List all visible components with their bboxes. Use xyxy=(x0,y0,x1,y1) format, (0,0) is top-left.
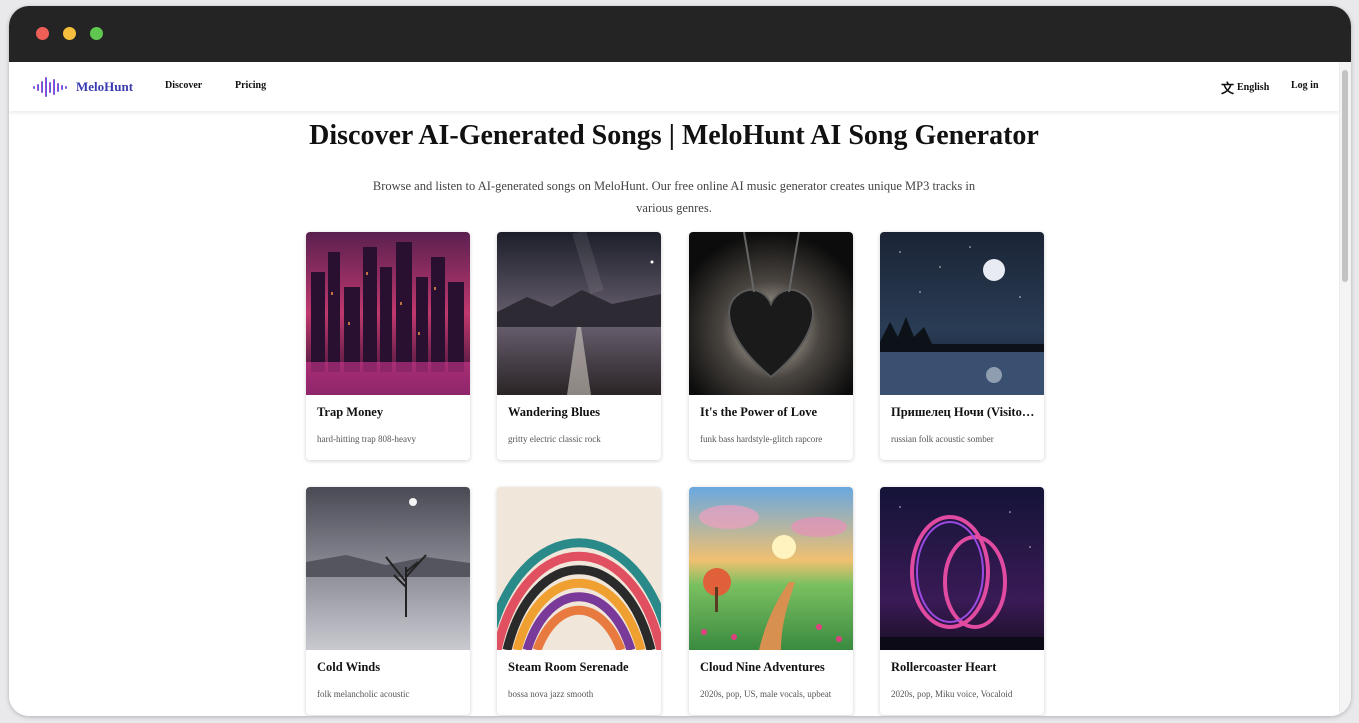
vertical-scrollbar[interactable] xyxy=(1339,62,1351,716)
song-card[interactable]: Пришелец Ночи (Visitor of the Night) rus… xyxy=(880,232,1044,460)
song-tags: bossa nova jazz smooth xyxy=(508,689,594,699)
nav-discover-link[interactable]: Discover xyxy=(165,80,202,91)
song-title: Trap Money xyxy=(317,405,384,419)
song-cover-image xyxy=(880,487,1044,650)
song-tags: funk bass hardstyle-glitch rapcore xyxy=(700,434,823,444)
song-card[interactable]: Trap Money hard-hitting trap 808-heavy xyxy=(306,232,470,460)
minimize-window-button[interactable] xyxy=(63,27,76,40)
song-cover-image xyxy=(497,487,661,650)
page-title: Discover AI-Generated Songs | MeloHunt A… xyxy=(309,120,1039,151)
brand-name: MeloHunt xyxy=(76,79,134,94)
song-card[interactable]: Steam Room Serenade bossa nova jazz smoo… xyxy=(497,487,661,715)
maximize-window-button[interactable] xyxy=(90,27,103,40)
song-title: Steam Room Serenade xyxy=(508,660,629,674)
page-subtitle: Browse and listen to AI-generated songs … xyxy=(372,179,976,215)
song-tags: 2020s, pop, US, male vocals, upbeat xyxy=(700,689,832,699)
song-tags: 2020s, pop, Miku voice, Vocaloid xyxy=(891,689,1013,699)
login-button[interactable]: Log in xyxy=(1291,80,1319,91)
song-card[interactable]: It's the Power of Love funk bass hardsty… xyxy=(689,232,853,460)
song-card[interactable]: Wandering Blues gritty electric classic … xyxy=(497,232,661,460)
song-cover-image xyxy=(689,232,853,395)
soundwave-logo-icon xyxy=(33,77,67,97)
song-tags: gritty electric classic rock xyxy=(508,434,601,444)
language-selector[interactable]: 文 English xyxy=(1221,78,1269,97)
song-tags: russian folk acoustic somber xyxy=(891,434,994,444)
song-cover-image xyxy=(306,487,470,650)
song-card[interactable]: Rollercoaster Heart 2020s, pop, Miku voi… xyxy=(880,487,1044,715)
song-title: Пришелец Ночи (Visitor of the Night) xyxy=(891,405,1037,419)
close-window-button[interactable] xyxy=(36,27,49,40)
song-title: It's the Power of Love xyxy=(700,405,818,419)
brand-logo[interactable]: MeloHunt xyxy=(33,76,133,98)
nav-pricing-link[interactable]: Pricing xyxy=(235,80,266,91)
song-cover-image xyxy=(306,232,470,395)
language-label: English xyxy=(1237,82,1270,93)
song-tags: hard-hitting trap 808-heavy xyxy=(317,434,416,444)
song-title: Cloud Nine Adventures xyxy=(700,660,825,674)
top-navbar: MeloHunt Discover Pricing 文 English Log … xyxy=(9,62,1339,111)
window-titlebar xyxy=(9,6,1351,62)
song-tags: folk melancholic acoustic xyxy=(317,689,410,699)
song-cover-image xyxy=(689,487,853,650)
song-title: Cold Winds xyxy=(317,660,381,674)
song-cover-image xyxy=(497,232,661,395)
scrollbar-thumb[interactable] xyxy=(1342,70,1348,282)
song-title: Rollercoaster Heart xyxy=(891,660,997,674)
song-title: Wandering Blues xyxy=(508,405,601,419)
page-content: MeloHunt Discover Pricing 文 English Log … xyxy=(9,62,1351,716)
song-card[interactable]: Cold Winds folk melancholic acoustic xyxy=(306,487,470,715)
song-cover-image xyxy=(880,232,1044,395)
browser-window: MeloHunt Discover Pricing 文 English Log … xyxy=(9,6,1351,716)
translate-icon: 文 xyxy=(1221,82,1235,97)
song-card[interactable]: Cloud Nine Adventures 2020s, pop, US, ma… xyxy=(689,487,853,715)
